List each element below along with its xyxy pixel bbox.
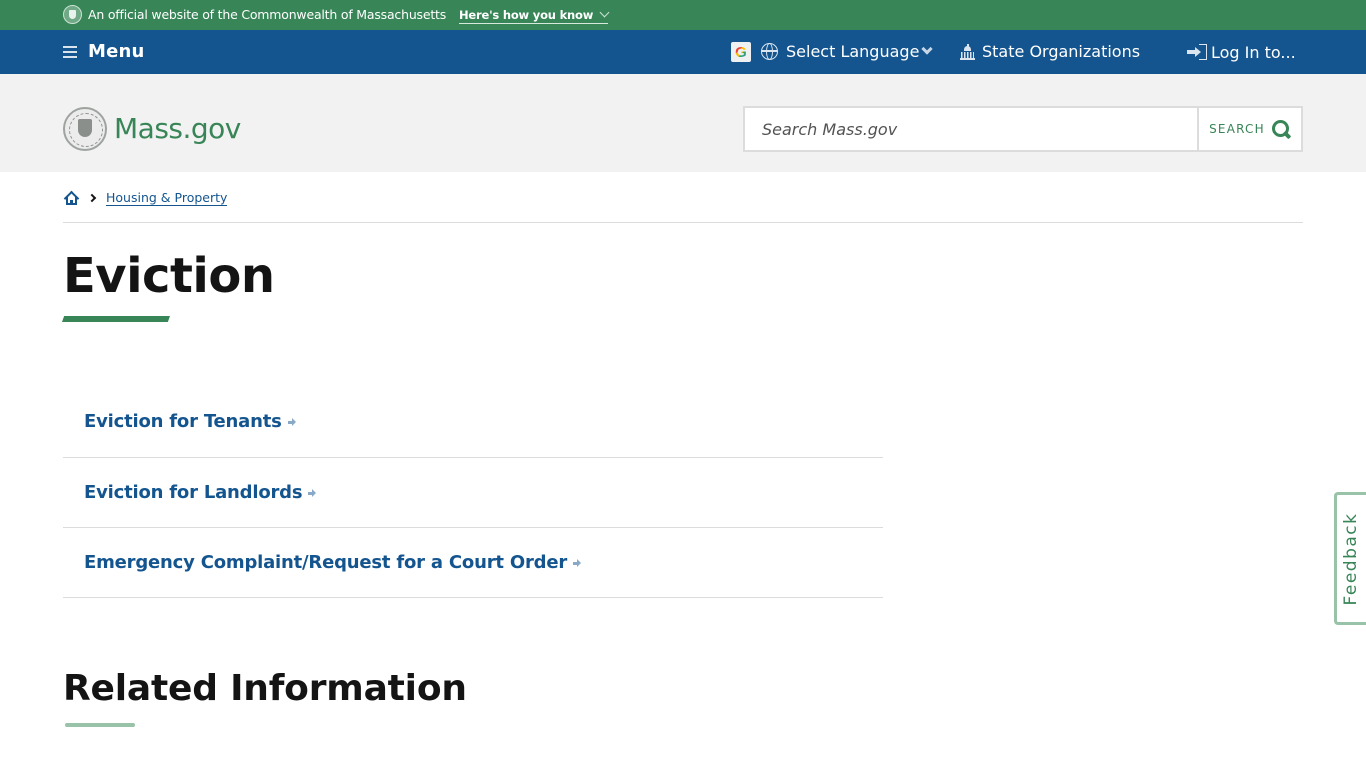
chevron-down-icon[interactable] <box>921 43 933 55</box>
official-website-text: An official website of the Commonwealth … <box>88 7 447 22</box>
related-information-heading: Related Information <box>63 668 467 709</box>
mass-gov-logo[interactable]: Mass.gov <box>114 112 241 145</box>
select-language-button[interactable]: Select Language <box>786 42 919 61</box>
search-button-label: SEARCH <box>1209 122 1265 136</box>
breadcrumb: Housing & Property <box>63 190 228 207</box>
mass-seal-logo-icon[interactable] <box>63 107 107 151</box>
utility-nav: Menu G Select Language State Organizatio… <box>0 30 1366 74</box>
link-eviction-for-tenants[interactable]: Eviction for Tenants <box>84 411 296 432</box>
topic-link-list: Eviction for Tenants Eviction for Landlo… <box>63 387 883 598</box>
list-item: Eviction for Landlords <box>63 458 883 528</box>
official-website-banner: An official website of the Commonwealth … <box>0 0 1366 30</box>
log-in-button[interactable]: Log In to... <box>1211 43 1296 62</box>
link-label: Eviction for Tenants <box>84 411 282 432</box>
arrow-right-icon <box>573 559 582 567</box>
breadcrumb-divider <box>63 222 1303 223</box>
heres-how-you-know-label: Here's how you know <box>459 8 594 22</box>
list-item: Emergency Complaint/Request for a Court … <box>63 528 883 598</box>
search-input[interactable] <box>745 108 1197 150</box>
google-translate-icon[interactable]: G <box>731 42 751 62</box>
capitol-building-icon <box>960 44 975 60</box>
related-underline <box>65 723 135 727</box>
search-icon <box>1271 119 1291 139</box>
chevron-right-icon <box>87 193 97 203</box>
menu-label: Menu <box>88 41 145 62</box>
massachusetts-seal-icon <box>63 5 82 24</box>
link-emergency-complaint[interactable]: Emergency Complaint/Request for a Court … <box>84 552 582 573</box>
page-title: Eviction <box>63 248 275 304</box>
menu-button[interactable]: Menu <box>63 41 145 62</box>
state-organizations-button[interactable]: State Organizations <box>982 42 1140 61</box>
chevron-down-icon <box>599 7 610 18</box>
home-icon[interactable] <box>63 190 80 207</box>
google-logo-text: G <box>735 43 747 61</box>
heres-how-you-know-toggle[interactable]: Here's how you know <box>459 7 610 24</box>
hamburger-icon <box>63 45 77 58</box>
arrow-right-icon <box>308 489 317 497</box>
sign-in-icon <box>1187 44 1207 60</box>
feedback-label: Feedback <box>1340 512 1361 605</box>
search-button[interactable]: SEARCH <box>1197 108 1301 150</box>
arrow-right-icon <box>287 418 296 426</box>
title-underline <box>62 316 170 322</box>
link-eviction-for-landlords[interactable]: Eviction for Landlords <box>84 482 317 503</box>
link-label: Emergency Complaint/Request for a Court … <box>84 552 568 573</box>
list-item: Eviction for Tenants <box>63 387 883 458</box>
breadcrumb-housing-property[interactable]: Housing & Property <box>106 190 228 206</box>
feedback-button[interactable]: Feedback <box>1334 492 1366 625</box>
link-label: Eviction for Landlords <box>84 482 303 503</box>
globe-icon <box>761 43 778 60</box>
site-header: Mass.gov SEARCH <box>0 74 1366 172</box>
search-form: SEARCH <box>743 106 1303 152</box>
